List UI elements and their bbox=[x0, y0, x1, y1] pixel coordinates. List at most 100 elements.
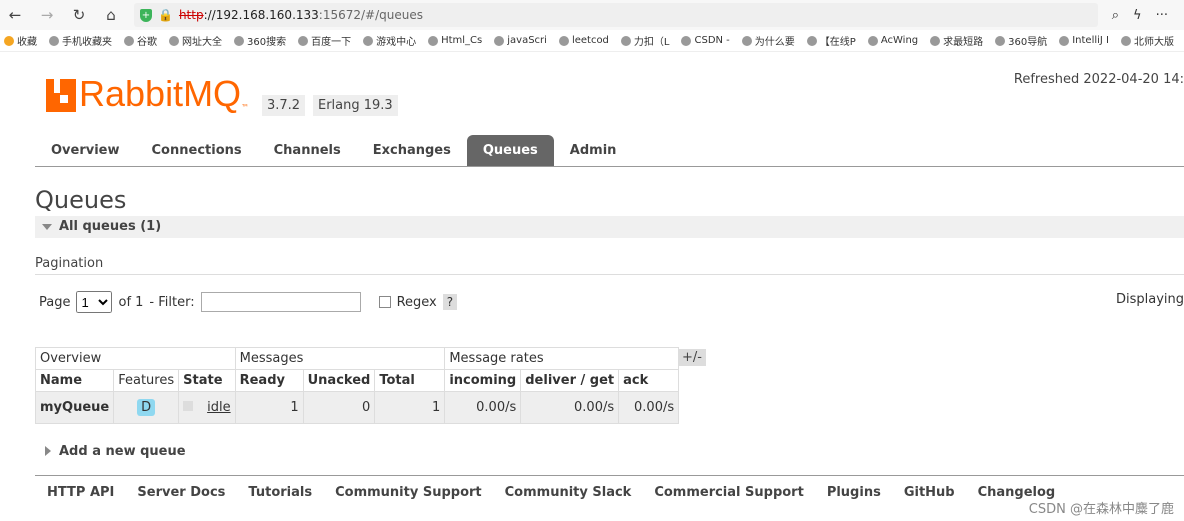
footer-link[interactable]: Commercial Support bbox=[654, 485, 804, 500]
columns-toggle-button[interactable]: +/- bbox=[678, 349, 706, 366]
watermark: CSDN @在森林中麋了鹿 bbox=[1028, 502, 1174, 517]
deliver-rate: 0.00/s bbox=[520, 391, 620, 424]
bookmark-item[interactable]: 手机收藏夹 bbox=[49, 33, 112, 48]
zoom-icon[interactable]: ⌕ bbox=[1112, 8, 1119, 23]
add-queue-toggle[interactable]: Add a new queue bbox=[45, 444, 186, 459]
footer-link[interactable]: Server Docs bbox=[137, 485, 225, 500]
bookmark-label: leetcod bbox=[571, 35, 609, 46]
tab-overview[interactable]: Overview bbox=[35, 135, 136, 166]
ready-count: 1 bbox=[234, 391, 304, 424]
column-header[interactable]: incoming bbox=[444, 369, 522, 392]
total-count: 1 bbox=[374, 391, 446, 424]
browser-toolbar: ← → ↻ ⌂ + 🔒 http://192.168.160.133:15672… bbox=[0, 0, 1184, 30]
address-bar[interactable]: + 🔒 http://192.168.160.133:15672/#/queue… bbox=[134, 3, 1098, 27]
more-icon[interactable]: ··· bbox=[1156, 8, 1168, 23]
page-select[interactable]: 1 bbox=[76, 291, 113, 313]
column-header[interactable]: Total bbox=[374, 369, 446, 392]
bookmark-icon bbox=[169, 35, 179, 46]
footer-link[interactable]: Plugins bbox=[827, 485, 881, 500]
queues-table: Overview Messages Message rates Name Feat… bbox=[34, 347, 680, 424]
tab-exchanges[interactable]: Exchanges bbox=[357, 135, 467, 166]
bookmark-icon bbox=[995, 35, 1006, 46]
bookmark-icon bbox=[428, 35, 439, 46]
bookmark-icon bbox=[867, 35, 878, 46]
bookmark-icon bbox=[558, 35, 569, 46]
url-path: :15672/#/queues bbox=[318, 8, 423, 22]
all-queues-toggle[interactable]: All queues (1) bbox=[35, 216, 1184, 238]
bookmark-label: 收藏 bbox=[17, 37, 37, 48]
rabbitmq-logo[interactable]: RabbitMQ ™ bbox=[46, 76, 249, 112]
bookmark-label: 为什么要 bbox=[754, 37, 795, 48]
footer-link[interactable]: Community Slack bbox=[505, 485, 632, 500]
bookmark-item[interactable]: IntelliJ I bbox=[1059, 35, 1109, 46]
column-header[interactable]: Name bbox=[34, 369, 115, 392]
bookmark-item[interactable]: Html_Cs bbox=[428, 35, 482, 46]
bookmark-icon bbox=[363, 35, 374, 46]
bookmark-item[interactable]: CSDN - bbox=[681, 35, 730, 46]
bookmark-item[interactable]: 北师大版 bbox=[1121, 33, 1174, 48]
forward-icon[interactable]: → bbox=[38, 6, 56, 24]
bookmark-item[interactable]: 为什么要 bbox=[741, 33, 795, 48]
reload-icon[interactable]: ↻ bbox=[70, 6, 88, 24]
column-header[interactable]: Unacked bbox=[302, 369, 376, 392]
queue-name-link[interactable]: myQueue bbox=[34, 391, 115, 424]
footer-link[interactable]: Community Support bbox=[335, 485, 482, 500]
bookmark-item[interactable]: 力扣（L bbox=[620, 33, 669, 48]
column-header[interactable]: Ready bbox=[234, 369, 304, 392]
column-header[interactable]: Features bbox=[113, 369, 180, 392]
bookmark-item[interactable]: 求最短路 bbox=[930, 33, 983, 48]
queue-state: idle bbox=[207, 400, 231, 415]
footer-link[interactable]: Tutorials bbox=[248, 485, 312, 500]
column-header[interactable]: ack bbox=[618, 369, 680, 392]
footer-link[interactable]: HTTP API bbox=[47, 485, 114, 500]
bookmark-item[interactable]: 谷歌 bbox=[124, 33, 157, 48]
bookmark-item[interactable]: 360搜索 bbox=[234, 33, 286, 48]
pagination-row: Page 1 of 1 - Filter: Regex ? bbox=[39, 291, 458, 313]
bookmark-icon bbox=[681, 35, 692, 46]
bookmark-item[interactable]: 收藏 bbox=[4, 33, 37, 48]
state-indicator bbox=[183, 401, 194, 411]
bookmark-item[interactable]: 游戏中心 bbox=[363, 33, 416, 48]
bookmark-item[interactable]: 【在线P bbox=[806, 33, 856, 48]
back-icon[interactable]: ← bbox=[6, 6, 24, 24]
bookmark-label: IntelliJ I bbox=[1072, 35, 1109, 46]
bookmark-item[interactable]: AcWing bbox=[867, 35, 918, 46]
refreshed-time[interactable]: Refreshed 2022-04-20 14: bbox=[1014, 72, 1184, 87]
bookmark-item[interactable]: 百度一下 bbox=[298, 33, 351, 48]
table-row: myQueue D idle 1 0 1 0.00/s 0.00/s 0.00/… bbox=[34, 391, 680, 424]
tab-admin[interactable]: Admin bbox=[554, 135, 633, 166]
regex-label: Regex bbox=[396, 294, 437, 310]
bookmark-item[interactable]: leetcod bbox=[558, 35, 609, 46]
bookmark-icon bbox=[4, 35, 14, 46]
bookmark-label: 【在线P bbox=[819, 37, 856, 48]
footer-link[interactable]: GitHub bbox=[904, 485, 955, 500]
tab-channels[interactable]: Channels bbox=[258, 135, 357, 166]
version-badge: 3.7.2 bbox=[262, 95, 306, 116]
tab-connections[interactable]: Connections bbox=[136, 135, 258, 166]
filter-input[interactable] bbox=[200, 292, 361, 312]
bookmark-icon bbox=[1059, 35, 1070, 46]
logo-mark bbox=[46, 79, 76, 112]
shield-icon: + bbox=[140, 8, 152, 22]
ack-rate: 0.00/s bbox=[618, 391, 680, 424]
bookmark-label: Html_Cs bbox=[441, 35, 483, 46]
url-protocol: http bbox=[178, 8, 204, 22]
bookmark-item[interactable]: 360导航 bbox=[995, 33, 1047, 48]
unacked-count: 0 bbox=[302, 391, 376, 424]
bookmark-item[interactable]: 网址大全 bbox=[169, 33, 222, 48]
bookmark-label: 百度一下 bbox=[311, 37, 352, 48]
bookmark-icon bbox=[49, 35, 59, 46]
footer-links: HTTP API Server Docs Tutorials Community Su… bbox=[35, 475, 1184, 500]
home-icon[interactable]: ⌂ bbox=[102, 6, 120, 24]
bookmark-label: 谷歌 bbox=[137, 37, 157, 48]
lightning-icon[interactable]: ϟ bbox=[1133, 8, 1142, 23]
column-header[interactable]: State bbox=[178, 369, 236, 392]
column-header[interactable]: deliver / get bbox=[520, 369, 620, 392]
group-overview: Overview bbox=[35, 347, 236, 370]
bookmark-item[interactable]: javaScri bbox=[494, 35, 547, 46]
tab-queues[interactable]: Queues bbox=[466, 135, 554, 166]
regex-help[interactable]: ? bbox=[442, 294, 458, 310]
insecure-lock-icon: 🔒 bbox=[158, 8, 173, 22]
pagination-heading: Pagination bbox=[35, 256, 1184, 275]
regex-checkbox[interactable] bbox=[378, 296, 391, 308]
